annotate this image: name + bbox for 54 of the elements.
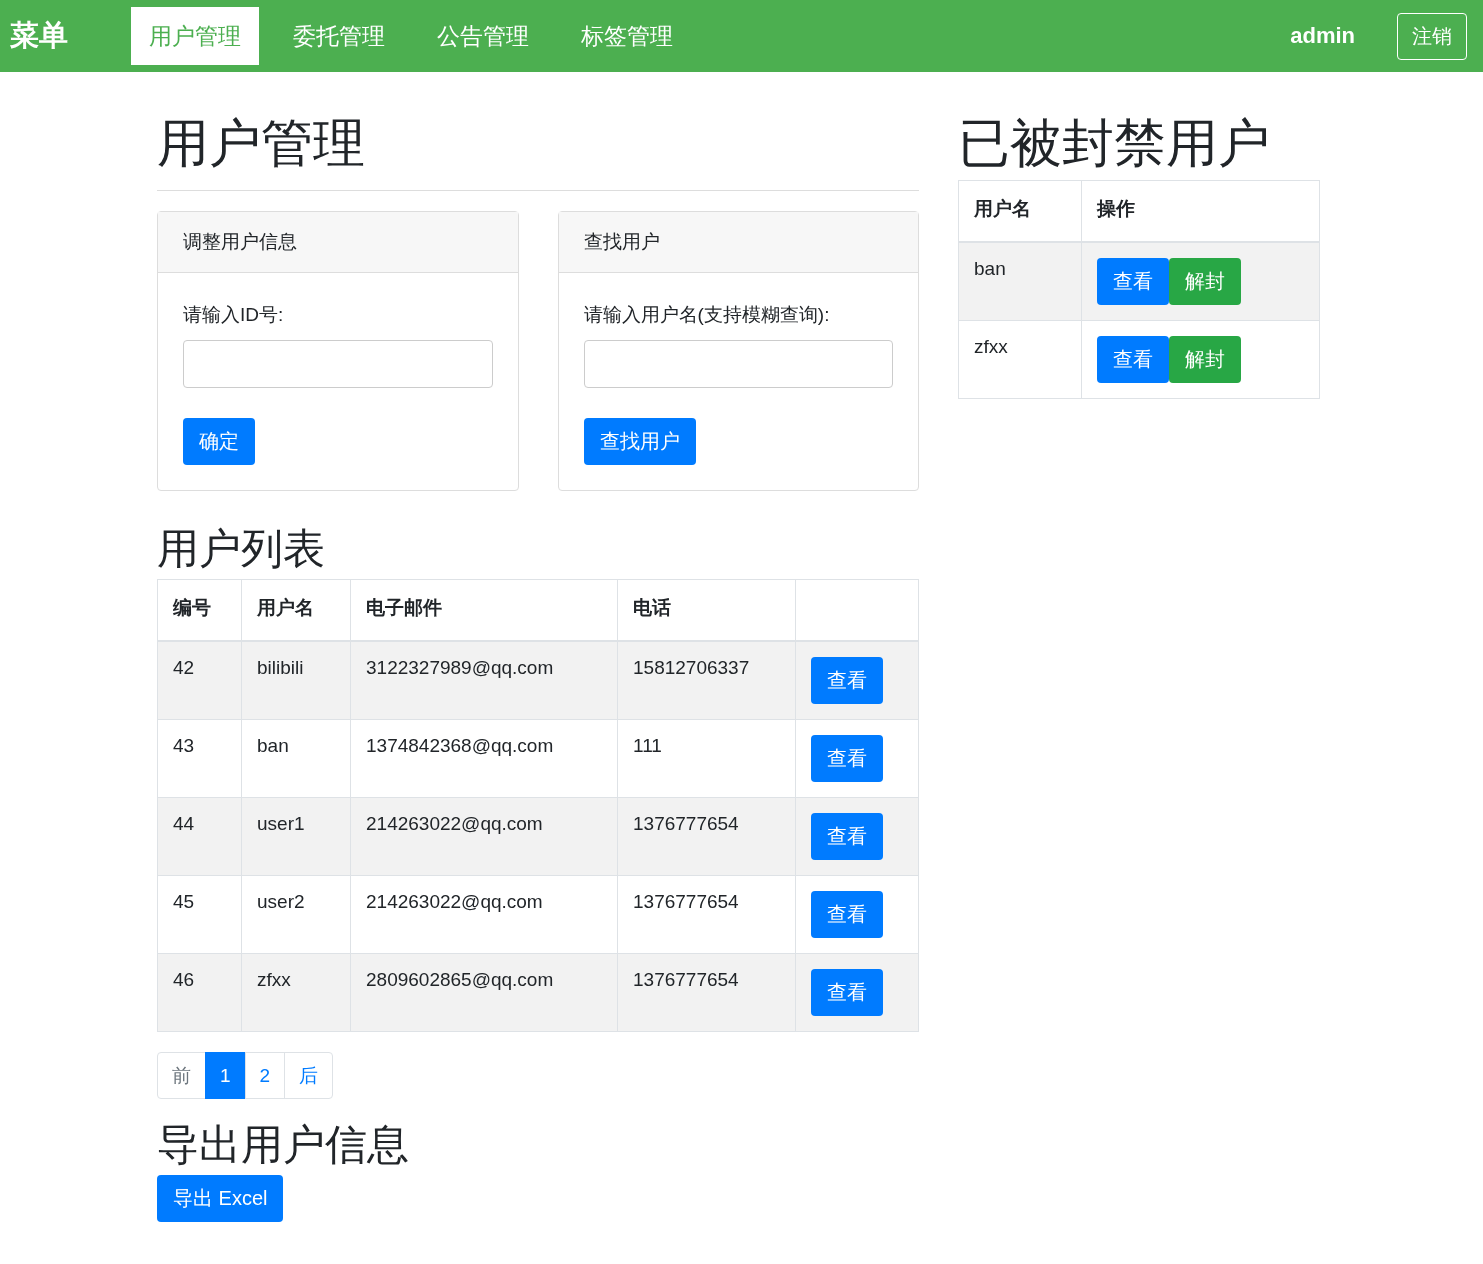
section-title: 用户列表 — [157, 524, 326, 574]
unban-button[interactable]: 解封 — [1169, 336, 1241, 383]
table-cell: user1 — [241, 797, 351, 876]
table-cell: bilibili — [241, 641, 351, 720]
card-header: 调整用户信息 — [158, 212, 518, 273]
logout-button[interactable]: 注销 — [1397, 12, 1467, 60]
nav-tab[interactable]: 委托管理 — [275, 7, 403, 65]
table-cell: user2 — [241, 875, 351, 954]
nav-tab[interactable]: 用户管理 — [131, 7, 259, 65]
table-cell: 1376777654 — [617, 797, 796, 876]
table-cell: 43 — [157, 719, 242, 798]
view-button[interactable]: 查看 — [811, 969, 883, 1016]
table-cell: 46 — [157, 953, 242, 1032]
submit-button[interactable]: 查找用户 — [583, 418, 696, 465]
field-label: 请输入ID号: — [183, 303, 284, 327]
table-cell: ban — [958, 242, 1082, 321]
table-cell: 3122327989@qq.com — [350, 641, 618, 720]
section-title: 导出用户信息 — [157, 1120, 410, 1170]
username-label: admin — [1290, 23, 1355, 49]
field-label: 请输入用户名(支持模糊查询): — [583, 303, 830, 327]
table-cell: 214263022@qq.com — [350, 875, 618, 954]
table-cell: 1374842368@qq.com — [350, 719, 618, 798]
view-button[interactable]: 查看 — [1097, 336, 1169, 383]
table-cell: 15812706337 — [617, 641, 796, 720]
table-cell: 1376777654 — [617, 875, 796, 954]
submit-button[interactable]: 确定 — [183, 418, 255, 465]
brand-title[interactable]: 菜单 — [10, 16, 68, 56]
table-cell: 45 — [157, 875, 242, 954]
table-cell: 42 — [157, 641, 242, 720]
export-button[interactable]: 导出 Excel — [157, 1175, 284, 1222]
unban-button[interactable]: 解封 — [1169, 258, 1241, 305]
table-cell: 214263022@qq.com — [350, 797, 618, 876]
card-header: 查找用户 — [558, 212, 918, 273]
view-button[interactable]: 查看 — [811, 657, 883, 704]
view-button[interactable]: 查看 — [811, 813, 883, 860]
table-cell: zfxx — [241, 953, 351, 1032]
page-link[interactable]: 1 — [205, 1052, 246, 1099]
table-cell: 44 — [157, 797, 242, 876]
page-link[interactable]: 后 — [284, 1052, 334, 1099]
page-title: 用户管理 — [157, 113, 366, 174]
page-link[interactable]: 2 — [244, 1052, 286, 1099]
table-cell: 1376777654 — [617, 953, 796, 1032]
nav-tab[interactable]: 标签管理 — [563, 7, 691, 65]
input-field[interactable] — [583, 340, 893, 388]
input-field[interactable] — [183, 340, 493, 388]
view-button[interactable]: 查看 — [811, 735, 883, 782]
table-cell: zfxx — [958, 320, 1082, 399]
table-cell: 111 — [617, 719, 796, 798]
view-button[interactable]: 查看 — [811, 891, 883, 938]
nav-tab[interactable]: 公告管理 — [419, 7, 547, 65]
table-cell: 2809602865@qq.com — [350, 953, 618, 1032]
table-cell: ban — [241, 719, 351, 798]
banned-title: 已被封禁用户 — [958, 113, 1271, 174]
view-button[interactable]: 查看 — [1097, 258, 1169, 305]
